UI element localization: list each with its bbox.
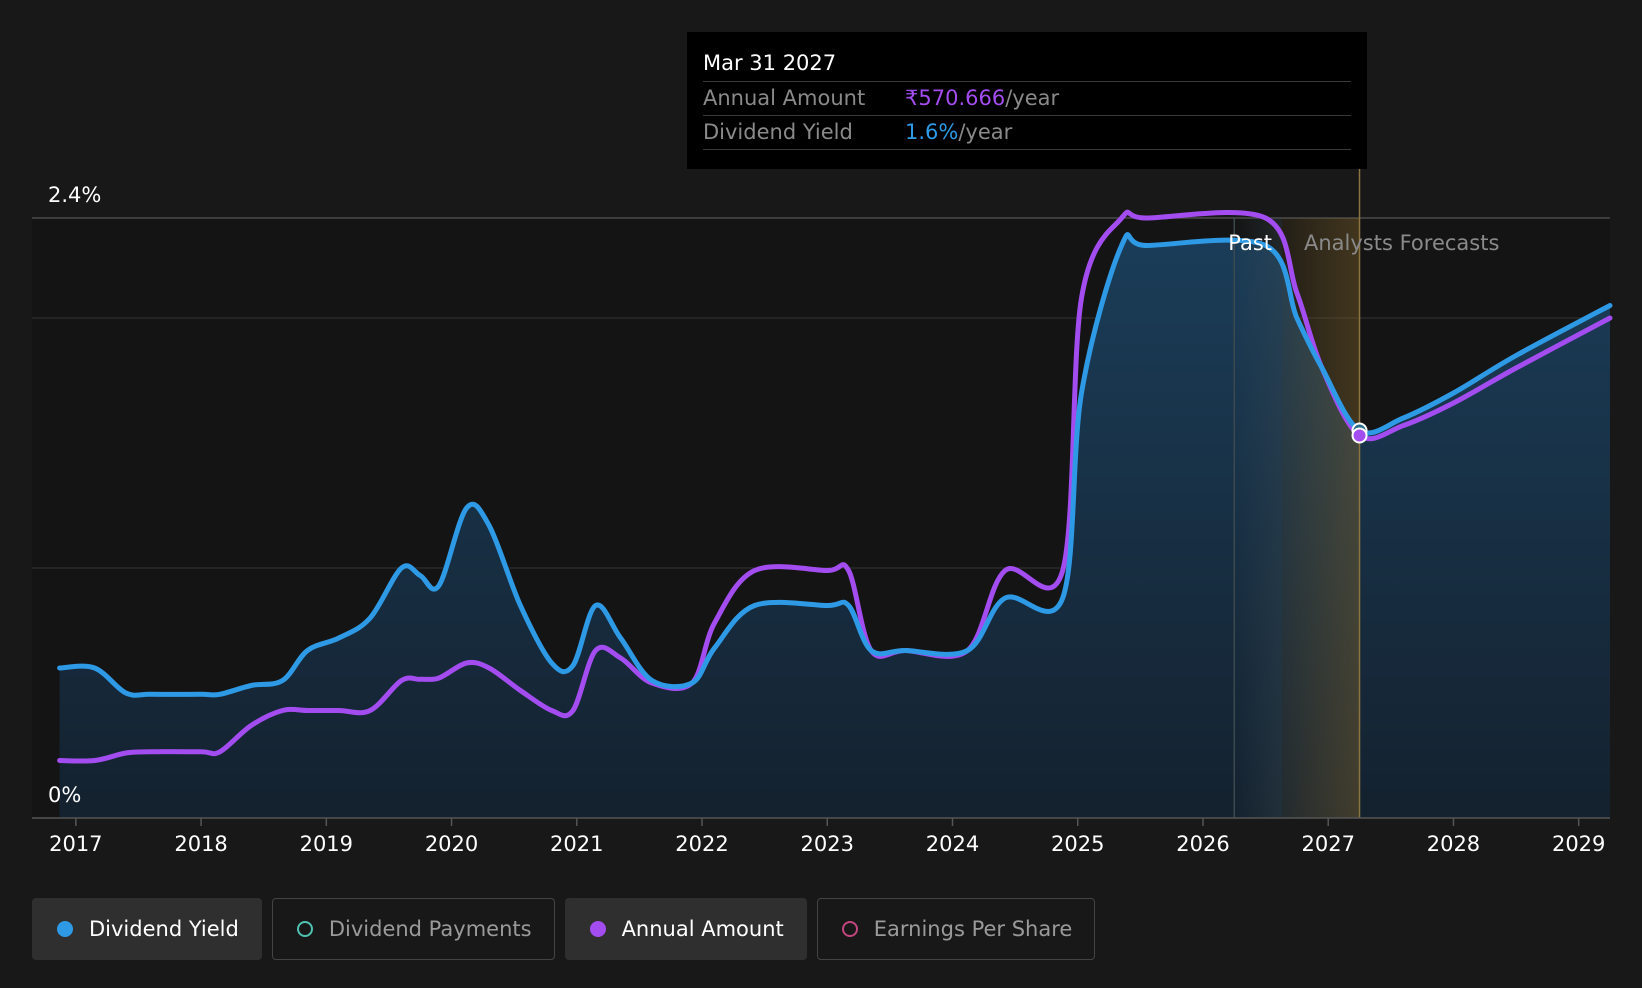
x-tick-label: 2029 [1552, 832, 1605, 856]
tooltip-date: Mar 31 2027 [703, 48, 1351, 82]
x-tick-label: 2025 [1051, 832, 1104, 856]
annual-amount-marker [1351, 427, 1368, 444]
x-tick-label: 2028 [1427, 832, 1480, 856]
x-tick-label: 2021 [550, 832, 603, 856]
tooltip-unit: /year [1005, 86, 1060, 110]
legend-label: Dividend Yield [89, 917, 239, 941]
legend-dividend-payments[interactable]: Dividend Payments [271, 898, 555, 960]
tooltip-label: Dividend Yield [703, 120, 853, 144]
legend-dot-dividend-yield [57, 921, 73, 937]
legend-annual-amount[interactable]: Annual Amount [564, 898, 807, 960]
chart-legend: Dividend Yield Dividend Payments Annual … [32, 898, 1096, 960]
legend-label: Annual Amount [621, 917, 784, 941]
x-tick-label: 2023 [801, 832, 854, 856]
x-tick-label: 2019 [300, 832, 353, 856]
x-tick-label: 2018 [174, 832, 227, 856]
legend-dot-annual-amount [589, 921, 606, 937]
legend-label: Dividend Payments [328, 917, 532, 941]
legend-dot-dividend-payments [296, 921, 313, 937]
y-tick-label: 0% [48, 783, 81, 807]
x-tick-label: 2026 [1176, 832, 1229, 856]
legend-dividend-yield[interactable]: Dividend Yield [32, 898, 262, 960]
tooltip-unit: /year [958, 120, 1013, 144]
tooltip-label: Annual Amount [703, 86, 866, 110]
y-tick-label: 2.4% [48, 183, 101, 207]
past-label: Past [1228, 231, 1272, 255]
x-tick-label: 2024 [926, 832, 979, 856]
tooltip-row-annual-amount: Annual Amount ₹570.666 /year [703, 82, 1351, 116]
legend-label: Earnings Per Share [873, 917, 1073, 941]
x-tick-label: 2017 [49, 832, 102, 856]
forecast-label: Analysts Forecasts [1304, 231, 1499, 255]
chart-tooltip: Mar 31 2027 Annual Amount ₹570.666 /year… [687, 32, 1367, 169]
x-tick-label: 2022 [675, 832, 728, 856]
tooltip-value: ₹570.666 [905, 86, 1006, 110]
tooltip-row-dividend-yield: Dividend Yield 1.6% /year [703, 116, 1351, 150]
tooltip-value: 1.6% [905, 120, 959, 144]
legend-dot-earnings-per-share [841, 921, 858, 937]
x-tick-label: 2020 [425, 832, 478, 856]
legend-earnings-per-share[interactable]: Earnings Per Share [816, 898, 1096, 960]
x-tick-label: 2027 [1301, 832, 1354, 856]
past-shade [1234, 218, 1282, 818]
